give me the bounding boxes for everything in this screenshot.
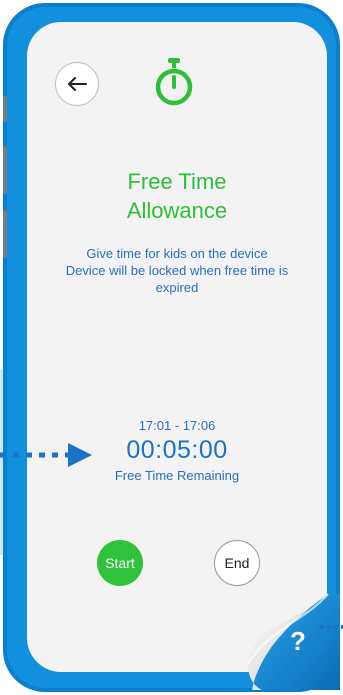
- page-title-line2: Allowance: [126, 198, 228, 223]
- device-volume-up-button: [3, 146, 7, 194]
- countdown-caption: Free Time Remaining: [114, 468, 240, 483]
- arrow-left-icon: [68, 77, 87, 91]
- help-question-icon[interactable]: ?: [283, 626, 313, 657]
- description-line1: Give time for kids on the device: [86, 246, 268, 261]
- description-line2: Device will be locked when free time is: [65, 263, 289, 278]
- start-button[interactable]: Start: [97, 540, 143, 586]
- pointer-dash-icon: [320, 625, 343, 629]
- pointer-arrow-icon: [0, 443, 92, 467]
- app-screen: Free Time Allowance Give time for kids o…: [27, 22, 327, 672]
- end-button[interactable]: End: [214, 540, 260, 586]
- description-line3: expired: [155, 280, 199, 295]
- device-side-button: [3, 96, 7, 122]
- stopwatch-icon: [155, 58, 193, 106]
- back-button[interactable]: [55, 62, 99, 106]
- page-title-line1: Free Time: [127, 169, 227, 194]
- device-volume-down-button: [3, 210, 7, 258]
- time-range: 17:01 - 17:06: [138, 418, 216, 433]
